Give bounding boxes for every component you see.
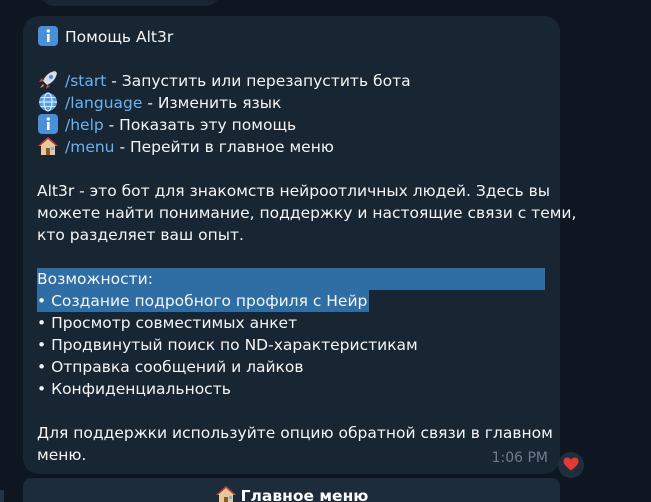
message-title: Помощь Alt3r xyxy=(65,28,174,46)
feature-item: • Просмотр совместимых анкет xyxy=(37,314,298,332)
main-menu-button[interactable]: Главное меню xyxy=(23,478,560,502)
feature-item: • Конфиденциальность xyxy=(37,380,231,398)
about-line: Alt3r - это бот для знакомств нейроотлич… xyxy=(37,182,550,200)
command-link-help[interactable]: /help xyxy=(65,116,104,134)
command-line-language: /language - Изменить язык xyxy=(37,92,560,114)
support-line: меню. xyxy=(37,446,87,464)
message-bubble[interactable]: Помощь Alt3r /start - Запустить или пере… xyxy=(23,16,577,474)
globe-icon xyxy=(37,92,59,112)
message-timestamp: 1:06 PM xyxy=(491,450,548,466)
info-icon xyxy=(37,26,59,46)
command-description: - Изменить язык xyxy=(142,94,282,112)
command-link-language[interactable]: /language xyxy=(65,94,142,112)
command-line-help: /help - Показать эту помощь xyxy=(37,114,560,136)
feature-item: • Создание подробного профиля с Нейр xyxy=(37,290,560,312)
rocket-icon xyxy=(37,70,59,90)
command-line-menu: /menu - Перейти в главное меню xyxy=(37,136,560,158)
about-line: кто разделяет ваш опыт. xyxy=(37,226,244,244)
feature-item-text: • Создание подробного профиля с Нейр xyxy=(37,290,370,312)
message-title-line: Помощь Alt3r xyxy=(37,26,560,48)
house-icon xyxy=(215,482,237,502)
command-description: - Перейти в главное меню xyxy=(114,138,334,156)
command-line-start: /start - Запустить или перезапустить бот… xyxy=(37,70,560,92)
heart-icon xyxy=(563,456,579,475)
command-description: - Показать эту помощь xyxy=(103,116,297,134)
previous-message-bubble xyxy=(40,0,220,6)
features-heading: Возможности: xyxy=(37,268,545,290)
feature-item: • Отправка сообщений и лайков xyxy=(37,358,304,376)
chat-area: Помощь Alt3r /start - Запустить или пере… xyxy=(0,0,651,502)
command-link-menu[interactable]: /menu xyxy=(65,138,115,156)
about-line: можете найти понимание, поддержку и наст… xyxy=(37,204,577,222)
house-icon xyxy=(37,136,59,156)
left-edge-strip xyxy=(0,490,4,502)
support-line: Для поддержки используйте опцию обратной… xyxy=(37,424,553,442)
command-description: - Запустить или перезапустить бота xyxy=(106,72,411,90)
features-heading-line: Возможности: xyxy=(37,268,560,290)
info-icon xyxy=(37,114,59,134)
feature-item: • Продвинутый поиск по ND-характеристика… xyxy=(37,336,418,354)
main-menu-button-label: Главное меню xyxy=(240,487,369,502)
reaction-badge[interactable] xyxy=(558,452,584,478)
command-link-start[interactable]: /start xyxy=(65,72,106,90)
